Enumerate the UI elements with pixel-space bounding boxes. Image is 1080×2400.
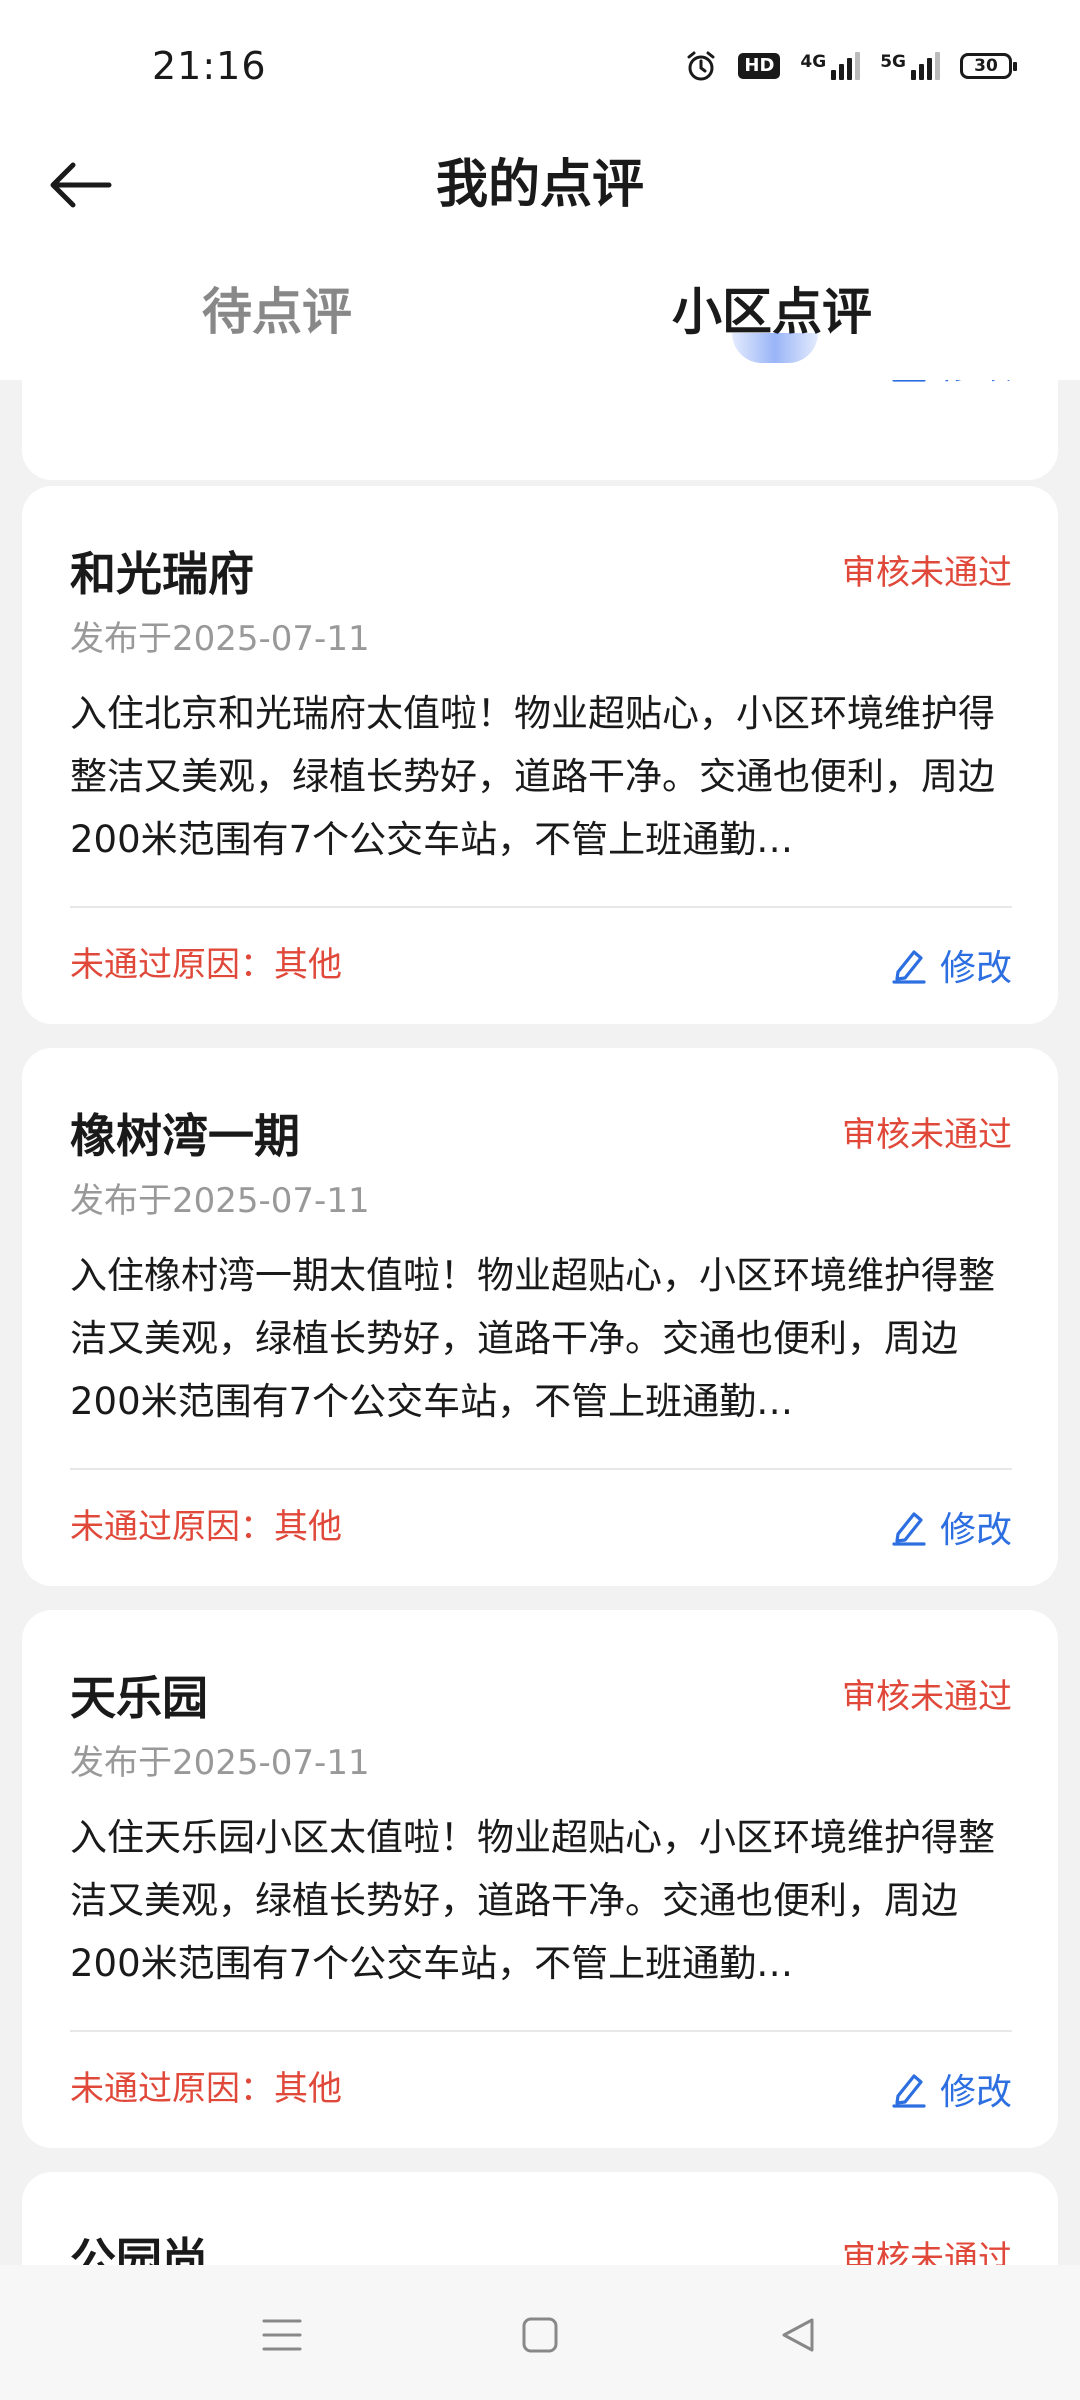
- publish-date: 发布于2025-07-11: [70, 1743, 370, 1783]
- edit-label: 修改: [940, 380, 1012, 389]
- nav-back-button[interactable]: [758, 2295, 838, 2375]
- review-text: 入住北京和光瑞府太值啦！物业超贴心，小区环境维护得整洁又美观，绿植长势好，道路干…: [70, 692, 995, 861]
- alarm-icon: [687, 51, 715, 81]
- system-nav-bar: [0, 2265, 1080, 2400]
- tab-active-indicator: [732, 333, 818, 363]
- edit-button[interactable]: 修改: [890, 930, 1012, 1000]
- divider: [70, 1468, 1012, 1470]
- status-bar: 21:16 HD 4G 5G 30: [0, 0, 1080, 130]
- reject-reason: 未通过原因：其他: [70, 1507, 342, 1547]
- review-status: 审核未通过: [842, 553, 1012, 593]
- divider: [70, 2030, 1012, 2032]
- community-name: 橡树湾一期: [70, 1109, 300, 1163]
- community-name: 天乐园: [70, 1671, 208, 1725]
- home-icon: [522, 2317, 558, 2353]
- review-text: 入住天乐园小区太值啦！物业超贴心，小区环境维护得整洁又美观，绿植长势好，道路干净…: [70, 1816, 995, 1985]
- publish-date: 发布于2025-07-11: [70, 1181, 370, 1221]
- review-card[interactable]: 公园尚 审核未通过: [22, 2172, 1058, 2265]
- hd-icon: HD: [738, 53, 781, 79]
- review-status: 审核未通过: [842, 1115, 1012, 1155]
- review-status: 审核未通过: [842, 2239, 1012, 2265]
- review-card[interactable]: 和光瑞府 审核未通过 发布于2025-07-11 入住北京和光瑞府太值啦！物业超…: [22, 486, 1058, 1024]
- edit-icon: [892, 950, 926, 984]
- tab-pending-review[interactable]: 待点评: [202, 277, 352, 347]
- reject-reason: 未通过原因：其他: [70, 380, 342, 398]
- tab-bar: 待点评 小区点评: [0, 265, 1080, 375]
- back-triangle-icon: [782, 2318, 814, 2352]
- edit-icon: [892, 380, 926, 382]
- signal-icon: 5G: [880, 52, 940, 80]
- review-list[interactable]: 未通过原因：其他 修改 和光瑞府 审核未通过 发布于2025-07-11 入住北…: [0, 380, 1080, 2265]
- signal-icon: 4G: [800, 52, 861, 80]
- network-type-2: 5G: [880, 52, 906, 72]
- review-card: 未通过原因：其他 修改: [22, 380, 1058, 480]
- review-card[interactable]: 橡树湾一期 审核未通过 发布于2025-07-11 入住橡村湾一期太值啦！物业超…: [22, 1048, 1058, 1586]
- edit-button[interactable]: 修改: [890, 2054, 1012, 2124]
- status-time: 21:16: [152, 44, 267, 88]
- review-status: 审核未通过: [842, 1677, 1012, 1717]
- edit-icon: [892, 2074, 926, 2108]
- edit-button[interactable]: 修改: [890, 380, 1012, 398]
- review-card[interactable]: 天乐园 审核未通过 发布于2025-07-11 入住天乐园小区太值啦！物业超贴心…: [22, 1610, 1058, 2148]
- edit-label: 修改: [939, 2072, 1012, 2113]
- page-title: 我的点评: [435, 155, 644, 215]
- edit-label: 修改: [939, 1510, 1012, 1551]
- edit-button[interactable]: 修改: [890, 1492, 1012, 1562]
- review-text: 入住橡村湾一期太值啦！物业超贴心，小区环境维护得整洁又美观，绿植长势好，道路干净…: [70, 1254, 995, 1423]
- status-icons: HD 4G 5G 30: [664, 46, 1017, 86]
- battery-level: 30: [974, 56, 998, 76]
- reject-reason: 未通过原因：其他: [70, 2069, 342, 2109]
- community-name: 公园尚: [70, 2233, 208, 2265]
- divider: [70, 906, 1012, 908]
- nav-home-button[interactable]: [500, 2295, 580, 2375]
- edit-icon: [892, 1512, 926, 1546]
- battery-icon: 30: [960, 53, 1017, 79]
- edit-label: 修改: [939, 948, 1012, 989]
- header: 我的点评: [0, 130, 1080, 240]
- publish-date: 发布于2025-07-11: [70, 619, 370, 659]
- community-name: 和光瑞府: [70, 547, 254, 601]
- menu-icon: [262, 2319, 302, 2351]
- network-type-1: 4G: [800, 52, 827, 72]
- top-area: 21:16 HD 4G 5G 30 我的点评 待点评 小区点评: [0, 0, 1080, 380]
- nav-menu-button[interactable]: [242, 2295, 322, 2375]
- reject-reason: 未通过原因：其他: [70, 945, 342, 985]
